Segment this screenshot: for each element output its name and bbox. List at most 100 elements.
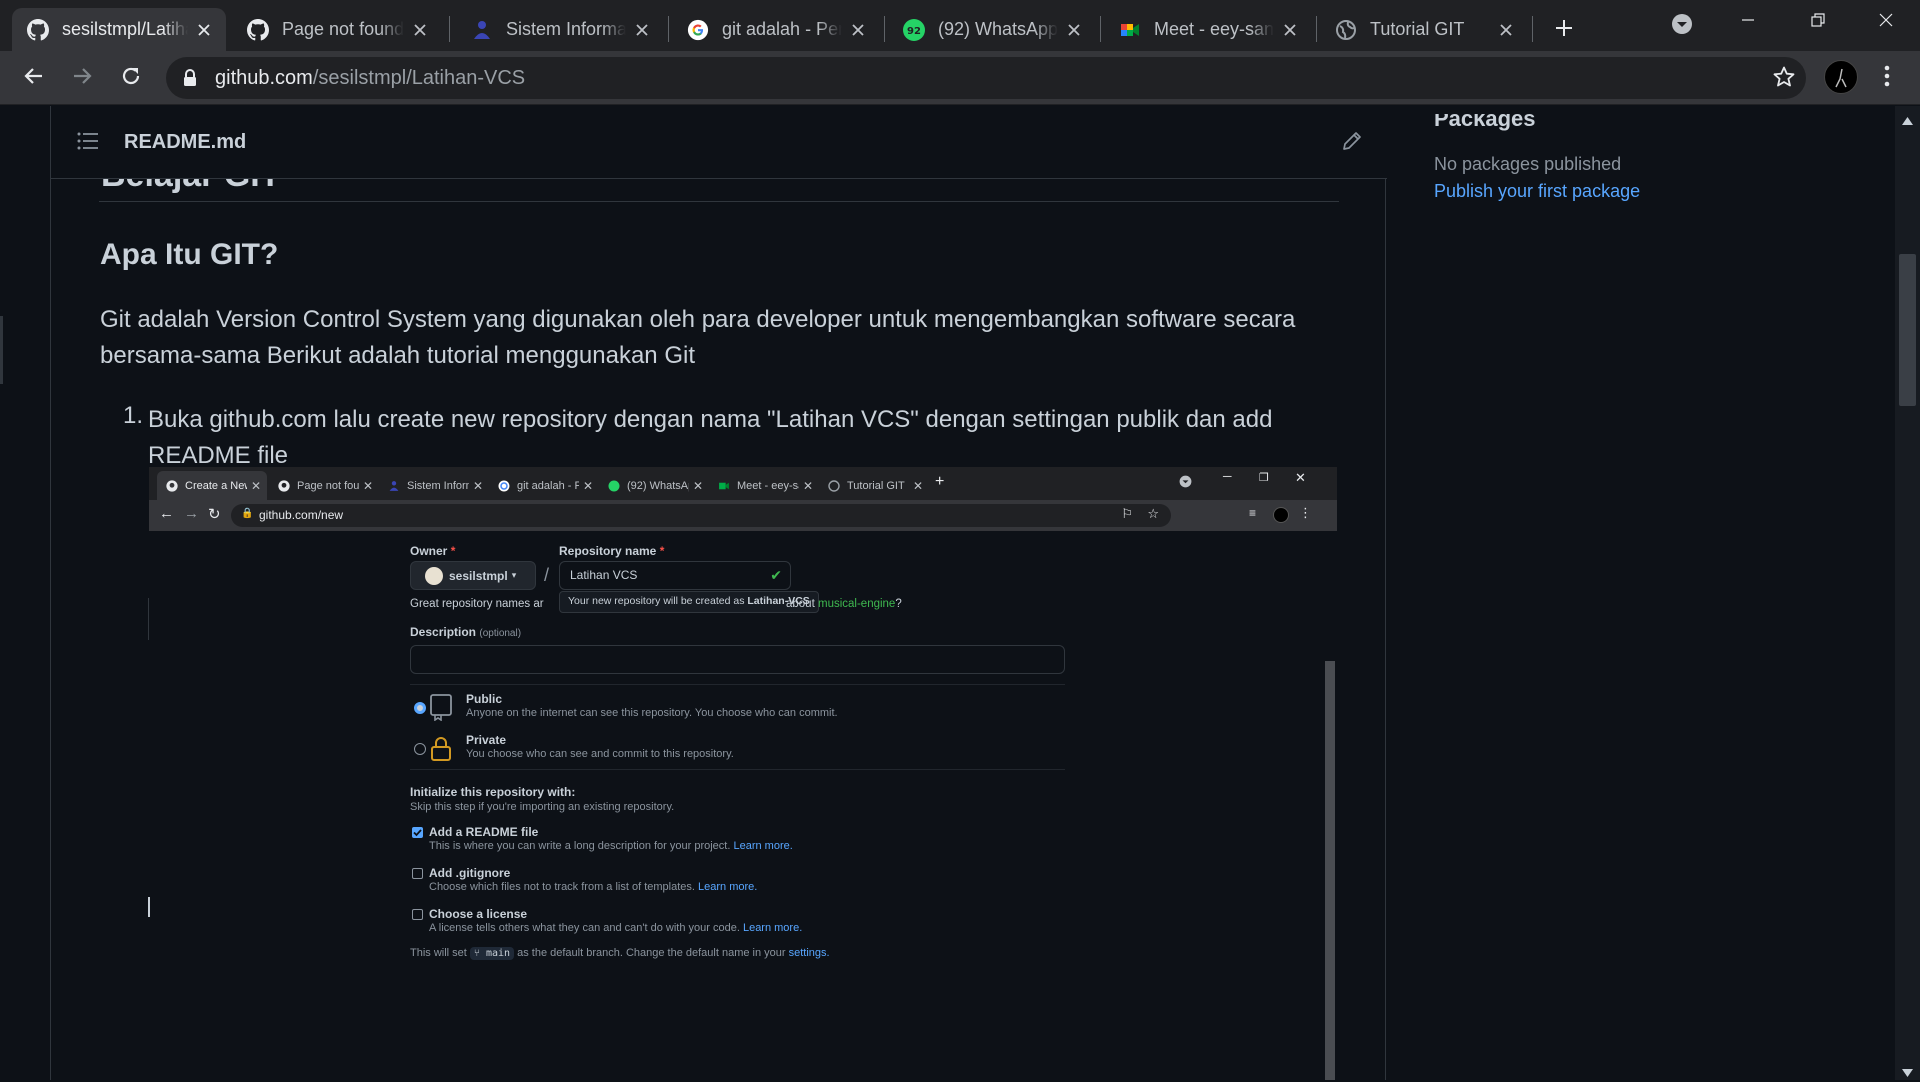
required-marker: * <box>659 544 665 558</box>
no-packages-text: No packages published <box>1434 154 1622 174</box>
gitignore-desc-text: Choose which files not to track from a l… <box>429 881 695 893</box>
close-icon[interactable] <box>1280 20 1300 40</box>
license-option-desc: A license tells others what they can and… <box>429 922 802 934</box>
init-subtitle: Skip this step if you're importing an ex… <box>410 801 675 813</box>
tab-title: Page not found <box>282 19 404 39</box>
tab-page-not-found[interactable]: Page not found <box>232 8 442 51</box>
tab-google-search[interactable]: git adalah - Penelusuran Google <box>672 8 880 51</box>
google-icon <box>497 479 511 493</box>
branch-name: main <box>485 948 511 959</box>
readme-filename: README.md <box>124 131 247 153</box>
shot-url: github.com/new <box>259 508 344 522</box>
owner-label-text: Owner <box>410 544 448 558</box>
tab-title: Tutorial GIT <box>1370 19 1465 39</box>
close-icon[interactable] <box>848 20 868 40</box>
repo-name-value: Latihan VCS <box>570 568 638 582</box>
whatsapp-badge: 92 <box>907 26 921 37</box>
back-button[interactable] <box>17 61 51 95</box>
new-repo-form: Owner * Repository name * sesilstmpl ▾ /… <box>149 531 1337 1080</box>
shot-tab: git adalah - Penelusuran✕ <box>489 471 599 500</box>
shot-tab-title: Page not found <box>297 479 359 492</box>
repo-name-label: Repository name * <box>559 544 664 558</box>
tab-separator <box>1100 16 1101 42</box>
sistem-icon <box>387 479 401 493</box>
learn-more-link: Learn more. <box>698 881 758 893</box>
profile-avatar[interactable] <box>1824 60 1858 94</box>
url-domain: github.com <box>215 67 313 89</box>
bookmark-star-icon[interactable] <box>1772 65 1796 94</box>
address-bar[interactable]: github.com/sesilstmpl/Latihan-VCS <box>166 57 1806 99</box>
google-icon <box>686 18 710 42</box>
shot-tab-title: (92) WhatsApp <box>627 479 689 492</box>
meet-icon <box>1118 18 1142 42</box>
reload-button[interactable] <box>114 61 148 95</box>
shot-tab-strip: Create a New Repository✕ Page not found✕… <box>149 467 1337 500</box>
close-icon: ✕ <box>362 478 373 493</box>
tab-whatsapp[interactable]: 92 (92) WhatsApp <box>888 8 1096 51</box>
page-scrollbar-thumb[interactable] <box>1899 254 1916 406</box>
form-divider <box>410 769 1065 770</box>
check-icon: ✔ <box>770 567 782 583</box>
shot-tab: Sistem Informasi✕ <box>379 471 489 500</box>
page-scrollbar[interactable] <box>1895 106 1920 1080</box>
default-branch-note: This will set ⑂ main as the default bran… <box>410 947 830 960</box>
minimize-button[interactable] <box>1720 0 1776 44</box>
close-icon[interactable] <box>1496 20 1516 40</box>
list-unordered-icon[interactable] <box>77 132 99 155</box>
close-icon: ✕ <box>472 478 483 493</box>
shot-tab-title: Sistem Informasi <box>407 479 469 492</box>
whatsapp-icon <box>607 479 621 493</box>
publish-package-link[interactable]: Publish your first package <box>1434 181 1640 202</box>
reading-list-icon: ≡ <box>1249 506 1257 520</box>
chevron-down-icon <box>1179 475 1192 493</box>
tab-sistem-informasi[interactable]: Sistem Informasi <box>456 8 664 51</box>
tab-github-repo[interactable]: sesilstmpl/Latihan-VCS <box>12 8 226 51</box>
lock-icon <box>430 736 452 767</box>
restore-icon: ❐ <box>1259 472 1269 484</box>
close-icon[interactable] <box>1064 20 1084 40</box>
close-icon[interactable] <box>632 20 652 40</box>
meet-icon <box>717 479 731 493</box>
lock-icon[interactable] <box>182 69 198 92</box>
left-edge-marker <box>0 316 3 384</box>
bookmark-star-icon: ☆ <box>1147 506 1159 521</box>
readme-option-desc: This is where you can write a long descr… <box>429 840 793 852</box>
shot-tab-title: Create a New Repository <box>185 479 247 492</box>
public-radio <box>414 702 426 714</box>
description-label: Description (optional) <box>410 625 521 639</box>
github-icon <box>165 479 179 493</box>
question-mark: ? <box>895 598 902 610</box>
close-window-button[interactable] <box>1858 0 1914 44</box>
arrow-left-icon <box>23 65 45 92</box>
plus-icon <box>1555 19 1573 42</box>
close-icon[interactable] <box>194 20 214 40</box>
pencil-icon[interactable] <box>1341 130 1363 157</box>
lock-icon: 🔒 <box>241 508 254 519</box>
tab-title: git adalah - Penelusuran Google <box>722 19 842 39</box>
tab-title: sesilstmpl/Latihan-VCS <box>62 19 188 39</box>
chrome-menu-button[interactable] <box>1870 61 1904 95</box>
plus-icon: + <box>935 473 945 490</box>
caret-down-icon: ▾ <box>511 570 517 580</box>
tab-tutorial-git[interactable]: Tutorial GIT <box>1320 8 1528 51</box>
whatsapp-icon: 92 <box>902 18 926 42</box>
forward-button[interactable] <box>65 61 99 95</box>
scroll-down-icon[interactable] <box>1902 1064 1913 1082</box>
section-heading: Apa Itu GIT? <box>100 238 279 271</box>
branch-suffix: as the default branch. Change the defaul… <box>517 947 786 959</box>
reload-icon: ↻ <box>208 506 221 523</box>
public-desc: Anyone on the internet can see this repo… <box>466 707 838 719</box>
tab-meet[interactable]: Meet - eey-sanb <box>1104 8 1312 51</box>
close-icon[interactable] <box>410 20 430 40</box>
new-tab-button[interactable] <box>1536 8 1592 52</box>
scroll-up-icon[interactable] <box>1902 112 1913 130</box>
readme-header: README.md <box>51 106 1387 179</box>
optional-tag: (optional) <box>479 628 522 639</box>
great-names-hint: Great repository names ar <box>410 598 544 610</box>
description-input <box>410 645 1065 674</box>
private-desc: You choose who can see and commit to thi… <box>466 748 734 760</box>
restore-button[interactable] <box>1790 0 1846 44</box>
tab-separator <box>449 16 450 42</box>
shot-address-bar: 🔒 github.com/new ⚐ ☆ <box>231 504 1171 527</box>
tab-search-button[interactable] <box>1654 4 1710 48</box>
